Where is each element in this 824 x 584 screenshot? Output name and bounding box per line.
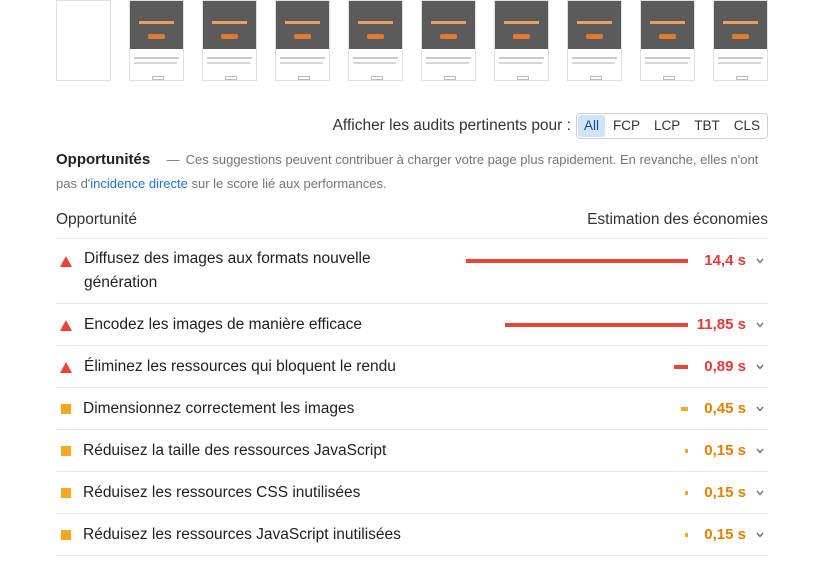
fail-triangle-icon [60, 256, 72, 267]
fail-triangle-icon [60, 362, 72, 373]
opportunity-row[interactable]: Éliminez les ressources qui bloquent le … [56, 346, 768, 388]
average-square-icon [61, 488, 71, 498]
opportunities-header: Opportunités — Ces suggestions peuvent co… [56, 148, 768, 196]
savings-bar [466, 259, 688, 263]
description-text-end: sur le score lié aux performances. [187, 176, 387, 191]
filter-chip-cls[interactable]: CLS [728, 115, 766, 137]
opportunity-title: Diffusez des images aux formats nouvelle… [84, 250, 371, 291]
column-savings: Estimation des économies [587, 211, 768, 228]
filmstrip-frame [421, 0, 476, 81]
opportunity-row[interactable]: Réduisez la taille des ressources JavaSc… [56, 430, 768, 472]
chevron-down-icon[interactable] [756, 258, 764, 266]
savings-bar [505, 323, 688, 327]
savings-value: 14,4 s [704, 252, 746, 269]
opportunity-title: Encodez les images de manière efficace [84, 316, 363, 333]
audit-filter-label: Afficher les audits pertinents pour : [332, 117, 571, 134]
filter-chip-all[interactable]: All [577, 115, 605, 137]
savings-value: 11,85 s [696, 316, 746, 333]
filmstrip-frame [713, 0, 768, 81]
savings-bar [685, 533, 688, 537]
filter-chip-tbt[interactable]: TBT [688, 115, 726, 137]
chevron-down-icon[interactable] [756, 406, 764, 414]
opportunity-list: Diffusez des images aux formats nouvelle… [56, 238, 768, 556]
opportunity-title: Éliminez les ressources qui bloquent le … [84, 358, 396, 375]
average-square-icon [61, 446, 71, 456]
average-square-icon [61, 530, 71, 540]
savings-value: 0,15 s [704, 484, 746, 501]
fail-triangle-icon [60, 320, 72, 331]
savings-bar [681, 407, 688, 411]
filmstrip-frame [202, 0, 257, 81]
average-square-icon [61, 404, 71, 414]
audit-filter-chips: All FCP LCP TBT CLS [575, 113, 768, 139]
filmstrip [56, 0, 768, 82]
opportunity-row[interactable]: Réduisez les ressources JavaScript inuti… [56, 514, 768, 556]
savings-bar [685, 449, 688, 453]
column-opportunity: Opportunité [56, 211, 137, 228]
filmstrip-frame [640, 0, 695, 81]
opportunity-title: Réduisez les ressources JavaScript inuti… [83, 526, 401, 543]
opportunity-row[interactable]: Encodez les images de manière efficace 11… [56, 304, 768, 346]
savings-value: 0,45 s [704, 400, 746, 417]
opportunity-title: Réduisez la taille des ressources JavaSc… [83, 442, 387, 459]
separator-dash: — [166, 152, 180, 167]
filmstrip-frame [275, 0, 330, 81]
filmstrip-frame [56, 0, 111, 81]
filmstrip-frame [348, 0, 403, 81]
chevron-down-icon[interactable] [756, 532, 764, 540]
chevron-down-icon[interactable] [756, 448, 764, 456]
filter-chip-fcp[interactable]: FCP [607, 115, 646, 137]
chevron-down-icon[interactable] [756, 322, 764, 330]
filmstrip-frame [129, 0, 184, 81]
audit-filter: Afficher les audits pertinents pour : Al… [332, 113, 768, 139]
opportunity-title: Dimensionnez correctement les images [83, 400, 355, 417]
opportunity-row[interactable]: Réduisez les ressources CSS inutilisées 0… [56, 472, 768, 514]
savings-value: 0,15 s [704, 442, 746, 459]
opportunity-row[interactable]: Diffusez des images aux formats nouvelle… [56, 238, 768, 304]
filter-chip-lcp[interactable]: LCP [648, 115, 686, 137]
savings-bar [674, 365, 688, 369]
filmstrip-frame [567, 0, 622, 81]
impact-link[interactable]: incidence directe [90, 176, 188, 191]
opportunity-title: Réduisez les ressources CSS inutilisées [83, 484, 361, 501]
chevron-down-icon[interactable] [756, 490, 764, 498]
opportunities-description: — Ces suggestions peuvent contribuer à ch… [56, 152, 758, 191]
opportunities-title: Opportunités [56, 151, 151, 168]
opportunity-row[interactable]: Dimensionnez correctement les images 0,45… [56, 388, 768, 430]
column-header: Opportunité Estimation des économies [56, 208, 768, 239]
chevron-down-icon[interactable] [756, 364, 764, 372]
savings-bar [685, 491, 688, 495]
savings-value: 0,15 s [704, 526, 746, 543]
filmstrip-frame [494, 0, 549, 81]
savings-value: 0,89 s [704, 358, 746, 375]
